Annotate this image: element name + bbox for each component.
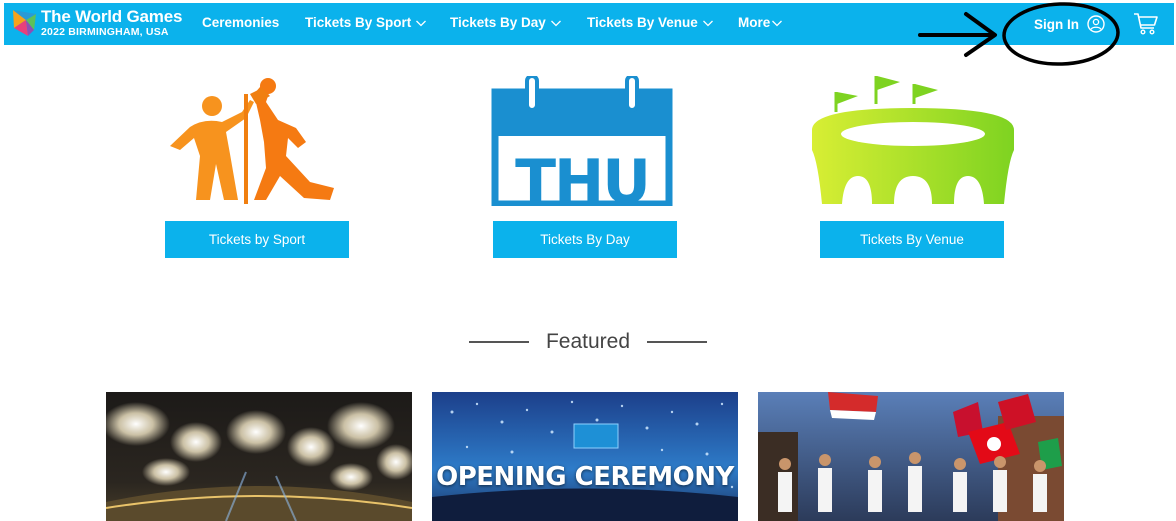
nav-item-label: Tickets By Sport	[305, 15, 412, 30]
chevron-down-icon	[771, 17, 783, 29]
tickets-by-day-button[interactable]: Tickets By Day	[493, 221, 677, 258]
calendar-icon: THU	[491, 76, 673, 206]
divider-line	[647, 341, 708, 343]
nav-item-tickets-by-venue[interactable]: Tickets By Venue	[587, 15, 714, 30]
chevron-down-icon	[702, 17, 714, 29]
brand-title: The World Games	[41, 7, 183, 27]
flag-parade-photo	[758, 392, 1064, 521]
stadium-icon	[812, 76, 1014, 204]
nav-item-label: Tickets By Venue	[587, 15, 698, 30]
shopping-cart-icon[interactable]	[1133, 12, 1159, 36]
brand-subtitle: 2022 BIRMINGHAM, USA	[41, 26, 169, 39]
featured-title: Featured	[545, 330, 631, 353]
featured-card-opening-ceremony[interactable]: OPENING CEREMONY	[432, 392, 738, 521]
athletes-high-five-icon	[170, 78, 334, 204]
calendar-day-text: THU	[515, 147, 649, 206]
tickets-by-sport-button[interactable]: Tickets by Sport	[165, 221, 349, 258]
sign-in-label: Sign In	[1034, 16, 1079, 32]
featured-card-caption: OPENING CEREMONY	[436, 462, 734, 492]
featured-card-flag-parade[interactable]	[758, 392, 1064, 521]
brand-logo-link[interactable]: The World Games 2022 BIRMINGHAM, USA	[10, 6, 182, 40]
nav-item-tickets-by-day[interactable]: Tickets By Day	[450, 15, 562, 30]
nav-item-ceremonies[interactable]: Ceremonies	[202, 15, 279, 30]
nav-item-tickets-by-sport[interactable]: Tickets By Sport	[305, 15, 427, 30]
chevron-down-icon	[550, 17, 562, 29]
opening-ceremony-photo	[432, 392, 738, 521]
nav-item-label: Ceremonies	[202, 15, 280, 30]
featured-heading: Featured	[0, 330, 1176, 354]
tickets-by-venue-button[interactable]: Tickets By Venue	[820, 221, 1004, 258]
nav-item-label: More	[738, 15, 771, 30]
featured-card-fireworks[interactable]	[106, 392, 412, 521]
chevron-down-icon	[415, 17, 427, 29]
top-nav-bar: The World Games 2022 BIRMINGHAM, USA Cer…	[4, 3, 1174, 45]
world-games-logo-icon	[13, 10, 36, 36]
divider-line	[468, 341, 529, 343]
nav-item-label: Tickets By Day	[450, 15, 546, 30]
nav-item-more[interactable]: More	[738, 15, 783, 30]
user-circle-icon	[1087, 15, 1105, 33]
fireworks-stadium-photo	[106, 392, 412, 521]
sign-in-button[interactable]: Sign In	[1034, 15, 1105, 33]
